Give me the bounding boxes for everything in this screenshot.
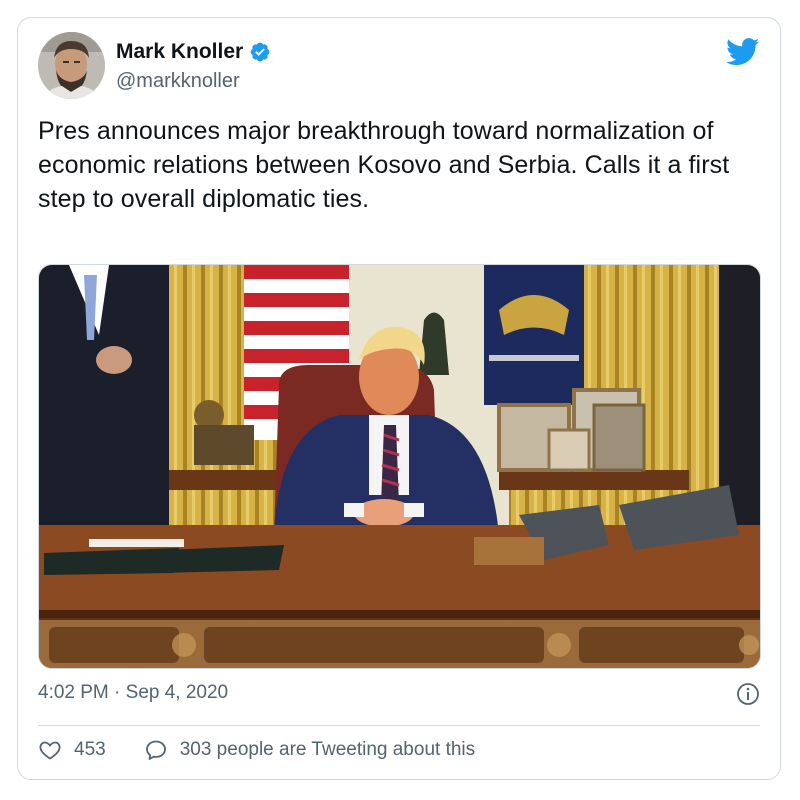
like-count: 453 (74, 739, 106, 760)
twitter-bird-icon[interactable] (726, 38, 760, 66)
conversation-text: 303 people are Tweeting about this (179, 739, 476, 760)
reply-bubble-icon (145, 740, 166, 760)
conversation-link[interactable]: 303 people are Tweeting about this (144, 738, 475, 762)
oval-office-photo (39, 265, 760, 668)
author-avatar[interactable] (38, 32, 105, 99)
info-icon[interactable] (736, 682, 760, 706)
heart-icon (39, 741, 61, 760)
tweet-timestamp[interactable]: 4:02 PM · Sep 4, 2020 (38, 682, 228, 704)
tweet-text: Pres announces major breakthrough toward… (38, 117, 730, 213)
tweet-media[interactable] (38, 264, 761, 669)
engagement-bar: 453 303 people are Tweeting about this (38, 738, 475, 762)
like-button[interactable]: 453 (38, 738, 106, 762)
tweet-card[interactable]: Mark Knoller @markknoller Pres announces… (17, 17, 781, 780)
verified-badge-icon (250, 42, 270, 62)
author-handle[interactable]: @markknoller (116, 70, 240, 93)
avatar-photo (38, 32, 105, 99)
author-name[interactable]: Mark Knoller (116, 40, 243, 64)
divider (38, 725, 760, 726)
